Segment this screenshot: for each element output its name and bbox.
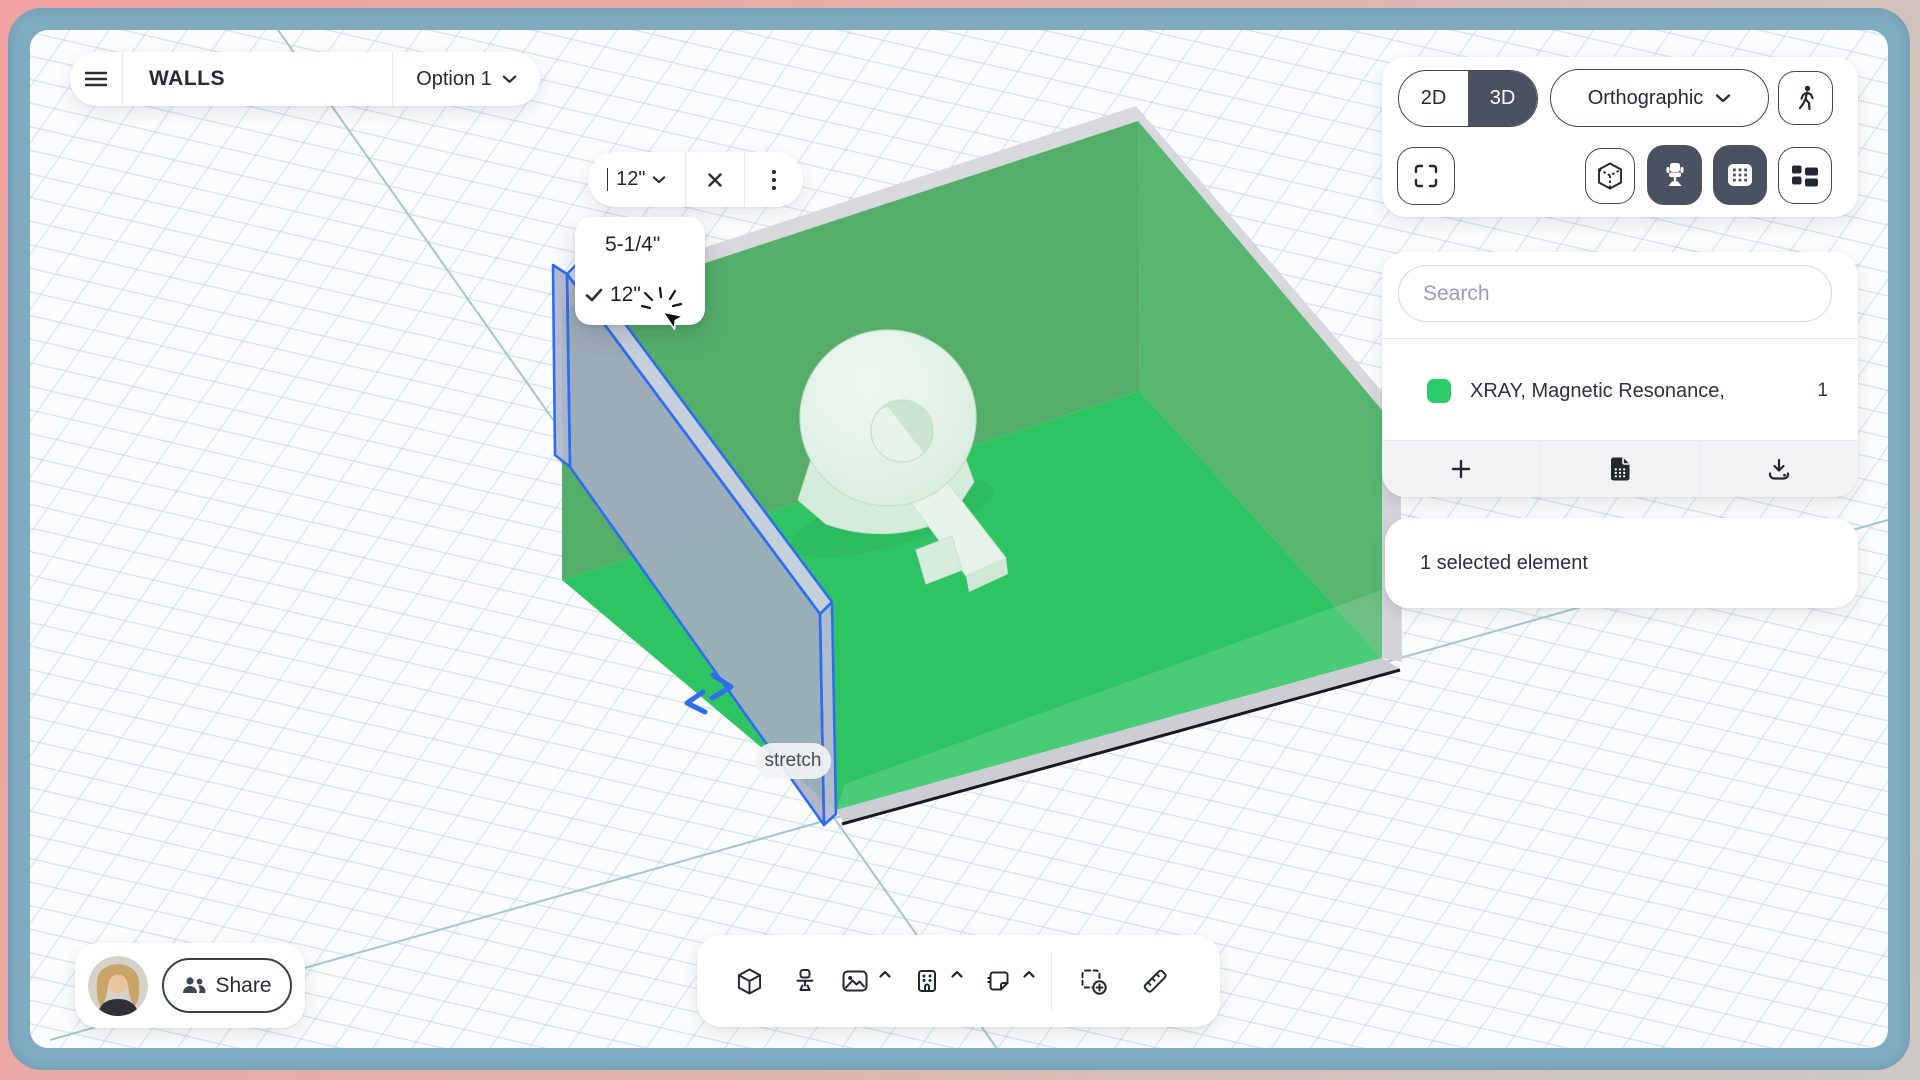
share-panel: Share: [75, 943, 305, 1028]
insert-furniture-tool[interactable]: [775, 951, 835, 1011]
insert-cube-tool[interactable]: [723, 951, 775, 1011]
close-icon[interactable]: [686, 172, 744, 188]
size-menu-item-selected[interactable]: 12": [575, 273, 705, 317]
building-icon: [917, 969, 937, 993]
people-icon: [182, 977, 206, 994]
chair-icon: [793, 968, 817, 994]
fullscreen-icon: [1414, 164, 1438, 188]
insert-note-tool[interactable]: [979, 951, 1019, 1011]
element-count: 1: [1817, 380, 1828, 402]
layout-view-button[interactable]: [1778, 147, 1832, 204]
insert-building-tool[interactable]: [907, 951, 947, 1011]
image-icon: [842, 970, 868, 992]
text-cursor: [607, 168, 609, 191]
walkthrough-button[interactable]: [1778, 71, 1833, 125]
option-label: Option 1: [416, 68, 492, 91]
share-button[interactable]: Share: [162, 958, 292, 1013]
chevron-up-icon[interactable]: [951, 965, 963, 983]
layout-blocks-icon: [1792, 164, 1818, 187]
note-icon: [987, 969, 1011, 993]
dimension-toggle: 2D 3D: [1398, 70, 1538, 127]
chair-icon: [1663, 162, 1687, 188]
fullscreen-button[interactable]: [1397, 147, 1455, 205]
toolbar-divider: [1051, 952, 1052, 1010]
orbit-cube-button[interactable]: [1585, 148, 1635, 204]
insert-toolbar: [697, 935, 1220, 1027]
design-canvas[interactable]: WALLS Option 1 12" 5-1/4" 12": [30, 30, 1888, 1048]
menu-icon[interactable]: [70, 71, 122, 87]
wall-size-toolbar: 12": [588, 152, 803, 207]
selection-status-text: 1 selected element: [1420, 552, 1588, 575]
elements-actions: [1382, 440, 1858, 497]
walk-person-icon: [1795, 85, 1817, 111]
kebab-menu-icon[interactable]: [745, 169, 803, 191]
marquee-select-tool[interactable]: [1066, 951, 1120, 1011]
chevron-up-icon[interactable]: [879, 965, 891, 983]
chevron-down-icon: [502, 74, 517, 84]
spreadsheet-file-icon: [1609, 456, 1631, 482]
tab-2d[interactable]: 2D: [1399, 71, 1468, 126]
option-dropdown[interactable]: Option 1: [393, 68, 540, 91]
element-label: XRAY, Magnetic Resonance,: [1470, 380, 1798, 403]
desktop-background: WALLS Option 1 12" 5-1/4" 12": [0, 0, 1920, 1080]
header-bar: WALLS Option 1: [70, 52, 540, 106]
marquee-add-icon: [1079, 967, 1107, 995]
grid-toggle-button[interactable]: [1713, 145, 1767, 205]
share-label: Share: [215, 974, 271, 998]
avatar[interactable]: [88, 956, 148, 1016]
cube-icon: [737, 968, 762, 995]
cube-icon: [1597, 162, 1623, 190]
download-icon: [1766, 457, 1792, 481]
size-value: 12": [616, 168, 645, 191]
view-controls-panel: 2D 3D Orthographic: [1382, 57, 1858, 217]
grid-icon: [1727, 163, 1753, 187]
size-dropdown[interactable]: 12": [588, 168, 685, 191]
plus-icon: [1449, 457, 1473, 481]
schedule-button[interactable]: [1541, 441, 1699, 497]
download-button[interactable]: [1700, 441, 1858, 497]
window-frame: WALLS Option 1 12" 5-1/4" 12": [8, 8, 1910, 1070]
size-menu: 5-1/4" 12": [575, 217, 705, 325]
ruler-icon: [1140, 966, 1170, 996]
chevron-down-icon: [1715, 93, 1731, 103]
element-color-swatch: [1427, 379, 1451, 403]
page-title: WALLS: [123, 67, 392, 91]
insert-image-tool[interactable]: [835, 951, 875, 1011]
tab-3d[interactable]: 3D: [1468, 71, 1537, 126]
search-input[interactable]: [1398, 265, 1832, 322]
chevron-up-icon[interactable]: [1023, 965, 1035, 983]
furniture-toggle-button[interactable]: [1647, 145, 1702, 205]
add-element-button[interactable]: [1382, 441, 1540, 497]
measure-tool[interactable]: [1128, 951, 1182, 1011]
panel-divider: [1382, 338, 1858, 339]
selection-status-panel: 1 selected element: [1385, 518, 1858, 608]
projection-dropdown[interactable]: Orthographic: [1550, 69, 1769, 127]
check-icon: [585, 288, 603, 302]
size-menu-item[interactable]: 5-1/4": [575, 223, 705, 267]
element-row[interactable]: XRAY, Magnetic Resonance, 1: [1382, 362, 1858, 420]
stretch-tooltip: stretch: [755, 743, 831, 779]
elements-panel: XRAY, Magnetic Resonance, 1: [1382, 252, 1858, 497]
chevron-down-icon: [652, 175, 666, 184]
